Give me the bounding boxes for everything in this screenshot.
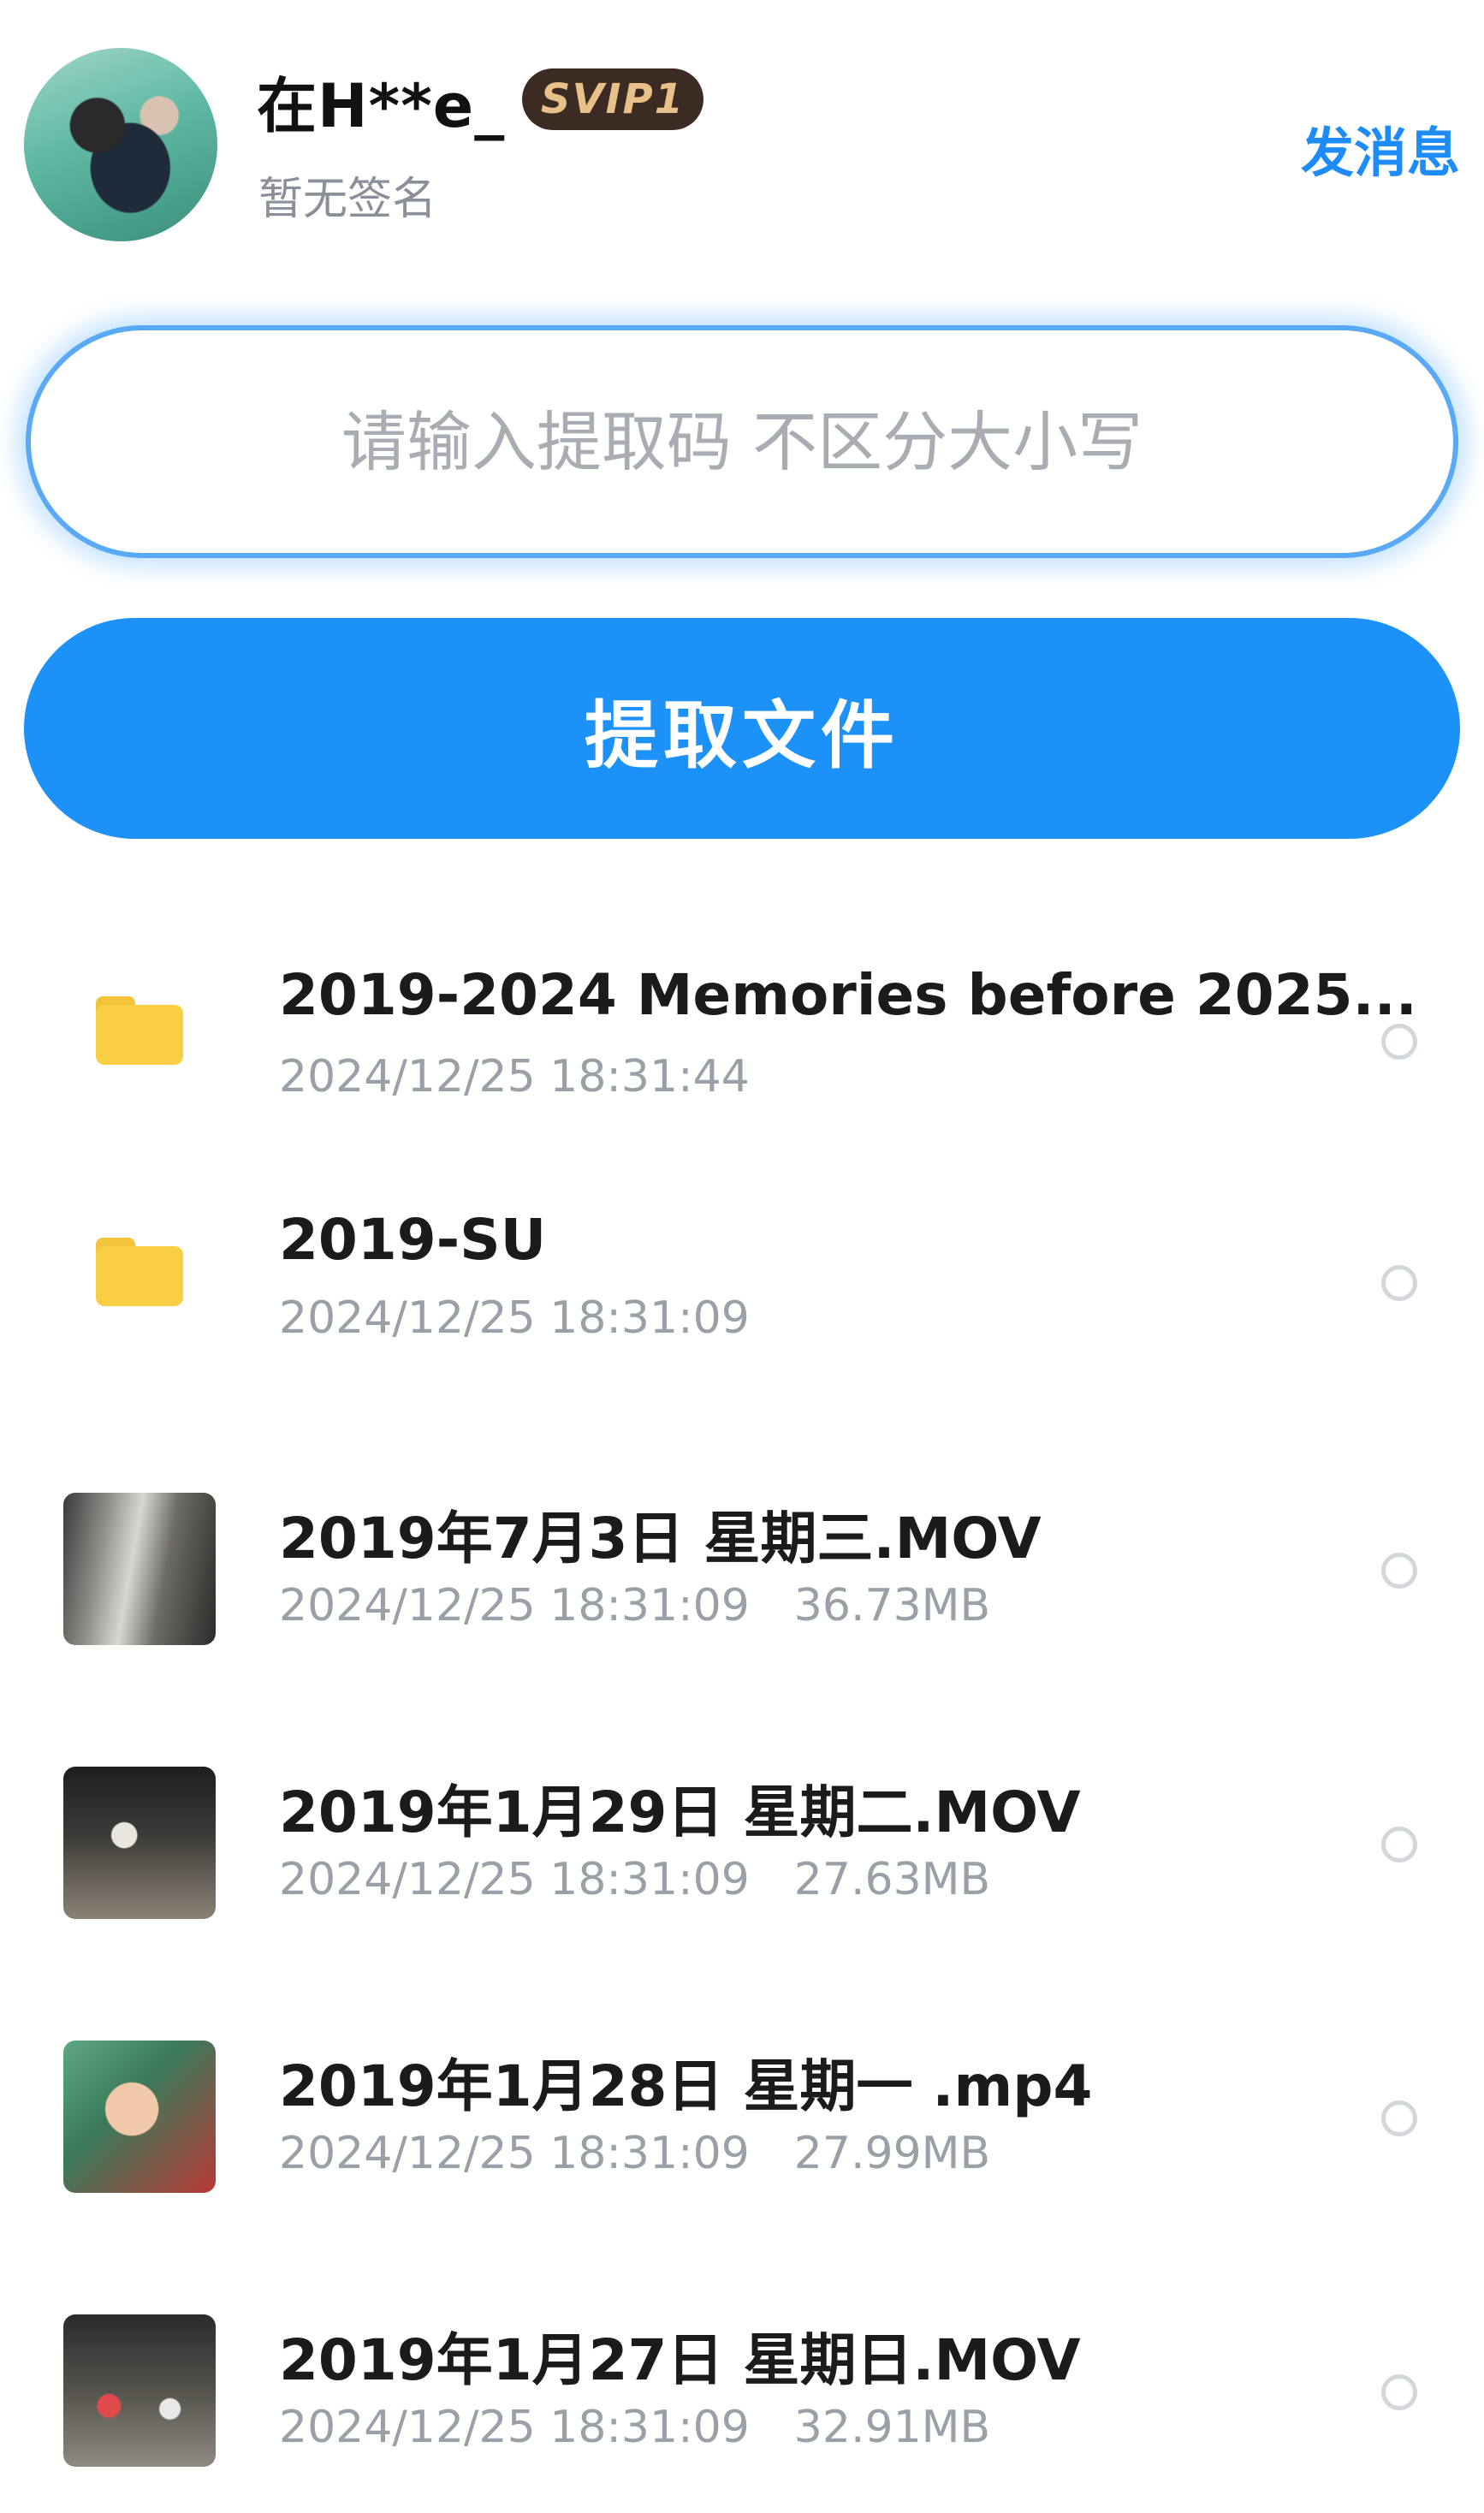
file-name: 2019年1月28日 星期一 .mp4: [279, 2053, 1093, 2119]
file-name: 2019年1月27日 星期日.MOV: [279, 2327, 1081, 2393]
username: 在H**e_: [257, 71, 506, 141]
select-radio[interactable]: [1381, 1265, 1417, 1301]
list-item[interactable]: 2019年7月3日 星期三.MOV 2024/12/25 18:31:09 36.…: [0, 1488, 1484, 1693]
send-message-button[interactable]: 发消息: [1301, 110, 1460, 187]
select-radio[interactable]: [1381, 1553, 1417, 1589]
file-meta: 2024/12/25 18:31:09: [279, 1292, 750, 1344]
select-radio[interactable]: [1381, 2374, 1417, 2410]
folder-icon: [96, 996, 183, 1065]
file-name: 2019-2024 Memories before 2025...: [279, 962, 1417, 1028]
file-size: 36.73MB: [793, 1580, 991, 1631]
file-meta: 2024/12/25 18:31:09 27.99MB: [279, 2128, 990, 2179]
video-thumbnail: [63, 2314, 216, 2467]
file-name: 2019-SU: [279, 1207, 547, 1273]
video-thumbnail: [63, 1493, 216, 1645]
select-radio[interactable]: [1381, 2100, 1417, 2136]
video-thumbnail: [63, 1767, 216, 1919]
select-radio[interactable]: [1381, 1024, 1417, 1060]
list-item[interactable]: 2019年1月28日 星期一 .mp4 2024/12/25 18:31:09 2…: [0, 2035, 1484, 2241]
extract-code-input[interactable]: [87, 402, 1397, 481]
extract-files-button[interactable]: 提取文件: [24, 618, 1460, 839]
list-item[interactable]: 2019年1月27日 星期日.MOV 2024/12/25 18:31:09 32…: [0, 2309, 1484, 2506]
file-date: 2024/12/25 18:31:44: [279, 1051, 750, 1102]
file-date: 2024/12/25 18:31:09: [279, 2128, 750, 2179]
file-meta: 2024/12/25 18:31:09 32.91MB: [279, 2402, 990, 2453]
file-date: 2024/12/25 18:31:09: [279, 1580, 750, 1631]
file-meta: 2024/12/25 18:31:09 27.63MB: [279, 1854, 990, 1905]
vip-badge: SVIP1: [522, 68, 703, 130]
file-date: 2024/12/25 18:31:09: [279, 1854, 750, 1905]
file-date: 2024/12/25 18:31:09: [279, 2402, 750, 2453]
avatar[interactable]: [24, 48, 217, 241]
file-size: 27.63MB: [793, 1854, 991, 1905]
file-name: 2019年1月29日 星期二.MOV: [279, 1779, 1081, 1845]
file-meta: 2024/12/25 18:31:44: [279, 1051, 750, 1102]
file-date: 2024/12/25 18:31:09: [279, 1292, 750, 1344]
file-meta: 2024/12/25 18:31:09 36.73MB: [279, 1580, 990, 1631]
video-thumbnail: [63, 2041, 216, 2193]
folder-icon: [96, 1238, 183, 1306]
file-size: 27.99MB: [793, 2128, 991, 2179]
list-item[interactable]: 2019年1月29日 星期二.MOV 2024/12/25 18:31:09 27…: [0, 1761, 1484, 1967]
select-radio[interactable]: [1381, 1827, 1417, 1862]
extract-code-field: [26, 325, 1458, 558]
list-item[interactable]: 2019-SU 2024/12/25 18:31:09: [0, 1186, 1484, 1375]
list-item[interactable]: 2019-2024 Memories before 2025... 2024/1…: [0, 943, 1484, 1132]
file-size: 32.91MB: [793, 2402, 991, 2453]
user-signature: 暂无签名: [258, 174, 437, 225]
file-name: 2019年7月3日 星期三.MOV: [279, 1506, 1042, 1571]
